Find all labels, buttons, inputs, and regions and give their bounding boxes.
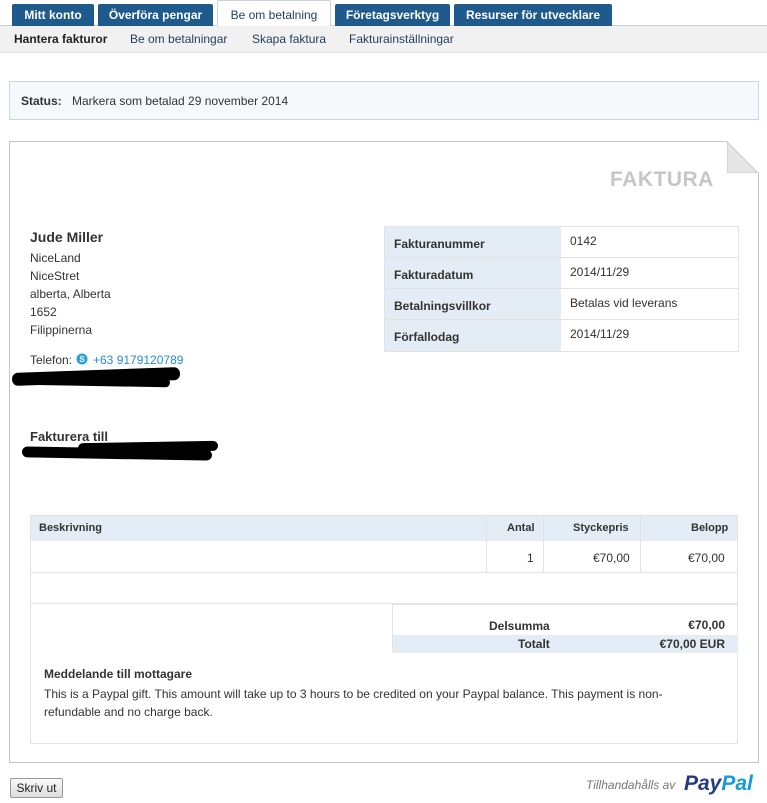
svg-text:S: S [79,355,85,364]
invoice-card: FAKTURA Jude Miller NiceLand NiceStret a… [9,141,759,763]
column-divider [543,516,544,573]
status-label: Status: [21,94,62,108]
phone-label: Telefon: [30,353,73,367]
totals-box: Delsumma €70,00 Totalt €70,00 EUR [392,604,738,653]
row-divider [31,572,737,573]
invoice-title: FAKTURA [610,168,714,191]
status-bar: Status: Markera som betalad 29 november … [9,81,759,120]
meta-key: Förfallodag [385,320,561,351]
redaction-mark [21,446,213,461]
meta-value: 2014/11/29 [570,265,630,279]
message-title: Meddelande till mottagare [44,667,193,681]
line-items-table: Beskrivning Antal Styckepris Belopp 1 €7… [30,515,738,744]
page-fold-corner [727,141,759,173]
subnav-request-payments[interactable]: Be om betalningar [130,32,227,46]
invoice-meta-table: Fakturanummer 0142 Fakturadatum 2014/11/… [384,226,739,352]
main-tab-bar: Mitt konto Överföra pengar Be om betalni… [0,0,767,26]
meta-key: Fakturadatum [385,258,561,288]
message-body: This is a Paypal gift. This amount will … [44,687,663,719]
item-amount: €70,00 [688,551,725,565]
meta-value: 0142 [570,234,597,248]
meta-value: 2014/11/29 [570,327,630,341]
tab-developer-resources[interactable]: Resurser för utvecklare [454,4,612,26]
sender-address-line: NiceLand [30,251,81,265]
redaction-mark [19,375,171,388]
print-button[interactable]: Skriv ut [10,778,63,798]
total-value: €70,00 EUR [659,637,725,651]
header-quantity: Antal [507,522,535,534]
tab-request-payment[interactable]: Be om betalning [217,0,331,26]
sender-address-line: alberta, Alberta [30,287,111,301]
meta-row: Fakturanummer 0142 [385,227,738,258]
header-description: Beskrivning [39,522,102,534]
item-unit-price: €70,00 [593,551,630,565]
powered-by-text: Tillhandahålls av [586,778,676,792]
phone-link[interactable]: +63 9179120789 [93,353,183,367]
header-amount: Belopp [691,522,729,534]
meta-value: Betalas vid leverans [570,296,678,310]
paypal-logo: PayPal [684,772,753,796]
column-divider [486,516,487,573]
sender-address-line: NiceStret [30,269,80,283]
sub-navigation: Hantera fakturor Be om betalningar Skapa… [0,26,767,53]
status-value: Markera som betalad 29 november 2014 [72,94,289,108]
item-quantity: 1 [527,551,534,565]
tab-my-account[interactable]: Mitt konto [12,4,94,26]
items-header: Beskrivning Antal Styckepris Belopp [31,516,737,541]
subnav-manage-invoices[interactable]: Hantera fakturor [14,32,107,46]
subtotal-label: Delsumma [489,619,550,633]
meta-row: Fakturadatum 2014/11/29 [385,258,738,289]
meta-key: Fakturanummer [385,227,561,257]
header-unit-price: Styckepris [573,522,629,534]
skype-icon: S [76,353,88,365]
meta-row: Betalningsvillkor Betalas vid leverans [385,289,738,320]
paypal-logo-pal: Pal [721,772,753,795]
column-divider [640,516,641,573]
sender-address-line: Filippinerna [30,323,93,337]
subnav-invoice-settings[interactable]: Fakturainställningar [349,32,454,46]
paypal-logo-pay: Pay [684,772,722,795]
meta-key: Betalningsvillkor [385,289,561,319]
sender-address-line: 1652 [30,305,57,319]
tab-business-tools[interactable]: Företagsverktyg [335,4,450,26]
meta-row: Förfallodag 2014/11/29 [385,320,738,351]
sender-name: Jude Miller [30,229,104,245]
total-label: Totalt [518,637,550,651]
bill-to-heading: Fakturera till [30,429,109,444]
subtotal-value: €70,00 [688,618,725,632]
tab-transfer-money[interactable]: Överföra pengar [98,4,213,26]
subnav-create-invoice[interactable]: Skapa faktura [252,32,326,46]
